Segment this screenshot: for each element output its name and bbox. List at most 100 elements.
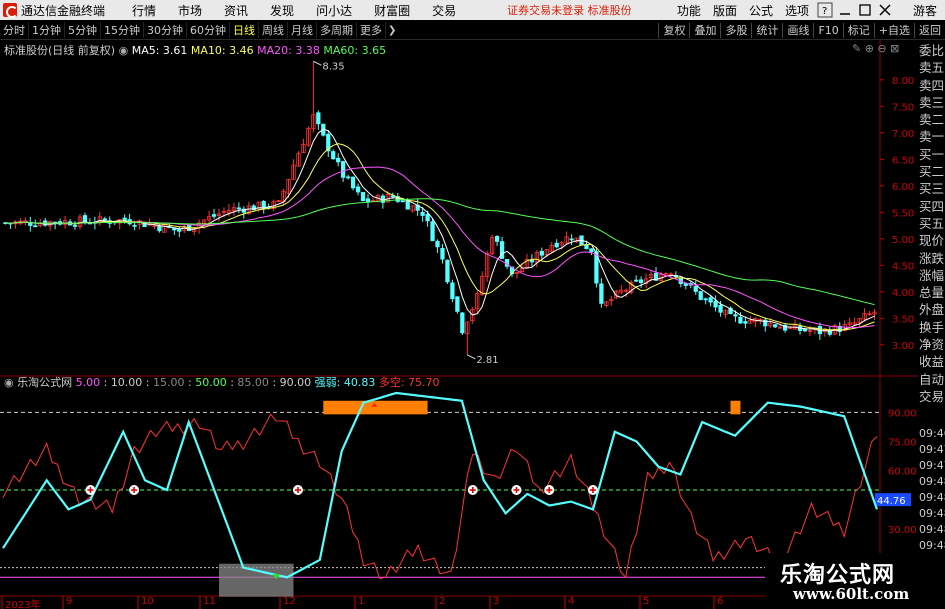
quote-field-label: 买四 [919, 198, 945, 214]
guest-label[interactable]: 游客 [913, 2, 937, 19]
tool-stats[interactable]: 统计 [751, 23, 782, 38]
chart-settings-icon[interactable]: ✎ ⊕ ⊖ ⊠ [852, 42, 899, 55]
candle-body [738, 316, 743, 324]
price-tick-label: 3.50 [892, 314, 914, 325]
price-tick-label: 3.00 [892, 341, 914, 352]
chevron-right-icon[interactable]: ❯ [388, 25, 396, 36]
trade-time: 09:48 [919, 491, 945, 504]
price-tick-label: 7.50 [892, 102, 914, 113]
tool-add-watchlist[interactable]: +自选 [873, 23, 914, 38]
menu-options[interactable]: 选项 [779, 2, 815, 19]
chart-tools: 复权 叠加 多股 统计 画线 F10 标记 +自选 返回 [658, 21, 945, 40]
bull-label: 多空: 75.70 [378, 376, 440, 389]
date-label: 2023年 [5, 600, 41, 609]
quote-field-label: 总量 [919, 285, 945, 301]
candle-body [733, 314, 738, 317]
tool-f10[interactable]: F10 [813, 23, 842, 38]
period-30min[interactable]: 30分钟 [144, 22, 187, 38]
menu-trade[interactable]: 交易 [421, 2, 467, 19]
level-5: 5.00 [75, 376, 101, 389]
quote-field-label[interactable]: 交易 [918, 388, 945, 405]
candle-body [529, 259, 535, 263]
ma10-line [5, 143, 875, 331]
low-price-label: 2.81 [476, 355, 498, 366]
ma20-label: MA20: 3.38 [257, 44, 320, 57]
period-5min[interactable]: 5分钟 [65, 22, 101, 38]
tool-overlay[interactable]: 叠加 [689, 23, 720, 38]
tool-draw[interactable]: 画线 [782, 23, 813, 38]
trade-time: 09:48 [919, 523, 945, 536]
price-tick-label: 6.00 [892, 182, 914, 193]
menu-ask[interactable]: 问小达 [305, 2, 363, 19]
menu-formula[interactable]: 公式 [743, 2, 779, 19]
quote-field-label: 卖一 [919, 129, 945, 145]
trade-time: 09:48 [919, 539, 945, 552]
period-multi[interactable]: 多周期 [317, 22, 357, 38]
chart-canvas[interactable]: 8.00 7.50 7.00 6.50 6.00 5.50 5.00 4.50 4.00 3.50… [0, 40, 918, 609]
candle-body [718, 304, 723, 313]
watermark-url: www.60lt.com [793, 585, 910, 603]
candle-body [33, 225, 38, 228]
tool-mark[interactable]: 标记 [842, 23, 874, 38]
minimize-icon[interactable] [837, 2, 853, 18]
menu-discover[interactable]: 发现 [259, 2, 305, 19]
price-tick-label: 6.50 [892, 155, 914, 166]
login-notice[interactable]: 证券交易未登录 标准股份 [507, 2, 632, 18]
quote-field-label: 买五 [919, 215, 945, 231]
settings-circle-icon[interactable]: ◉ [119, 44, 129, 57]
candle-body [132, 224, 137, 227]
trade-time: 09:47 [919, 443, 945, 456]
menu-layout[interactable]: 版面 [707, 2, 743, 19]
period-weekly[interactable]: 周线 [259, 22, 288, 38]
period-60min[interactable]: 60分钟 [187, 22, 230, 38]
ma5-label: MA5: 3.61 [131, 44, 188, 57]
trade-time: 09:46 [919, 427, 945, 440]
period-daily[interactable]: 日线 [230, 22, 259, 38]
period-intraday[interactable]: 分时 [0, 22, 29, 38]
overbought-zone-2 [730, 400, 741, 415]
quote-field-label: 收益 [919, 354, 945, 370]
candle-body [773, 324, 778, 328]
trade-time: 09:48 [919, 475, 945, 488]
candle-body [494, 236, 500, 242]
low-marker [467, 354, 476, 360]
candle-body [365, 198, 371, 203]
close-icon[interactable] [877, 2, 893, 18]
menu-function[interactable]: 功能 [671, 2, 707, 19]
candle-body [698, 291, 703, 300]
period-1min[interactable]: 1分钟 [29, 22, 65, 38]
quote-field-label[interactable]: 自动 [918, 371, 945, 388]
menu-market-quotes[interactable]: 行情 [121, 2, 167, 19]
level-85: 85.00 [237, 376, 269, 389]
tool-adjust[interactable]: 复权 [658, 23, 689, 38]
candle-body [122, 217, 127, 222]
trade-time: 09:47 [919, 459, 945, 472]
maximize-icon[interactable] [857, 2, 873, 18]
quote-field-label: 卖三 [919, 94, 945, 110]
menu-wealth[interactable]: 财富圈 [363, 2, 421, 19]
candle-body [405, 200, 410, 210]
menu-news[interactable]: 资讯 [213, 2, 259, 19]
app-title: 通达信金融终端 [21, 3, 106, 18]
help-icon[interactable]: ? [817, 2, 833, 18]
tool-multi-stock[interactable]: 多股 [720, 23, 751, 38]
quote-field-label: 现价 [919, 233, 945, 249]
candle-body [445, 259, 450, 283]
indicator-settings-icon[interactable]: ◉ [4, 376, 14, 389]
candle-body [703, 298, 708, 301]
tool-back[interactable]: 返回 [914, 23, 945, 38]
indicator-tick-label: 75.00 [888, 438, 917, 449]
indicator-title[interactable]: 乐淘公式网 [17, 376, 72, 389]
candle-body [82, 215, 88, 223]
menu-market[interactable]: 市场 [167, 2, 213, 19]
ma60-line [5, 198, 875, 306]
period-monthly[interactable]: 月线 [288, 22, 317, 38]
price-tick-label: 5.50 [892, 208, 914, 219]
candle-body [211, 214, 217, 217]
price-tick-label: 4.50 [892, 261, 914, 272]
period-more[interactable]: 更多 [357, 22, 386, 38]
stock-title[interactable]: 标准股份(日线 前复权) [4, 44, 115, 57]
candle-body [599, 283, 604, 304]
ma5-line [5, 128, 875, 332]
period-15min[interactable]: 15分钟 [101, 22, 144, 38]
